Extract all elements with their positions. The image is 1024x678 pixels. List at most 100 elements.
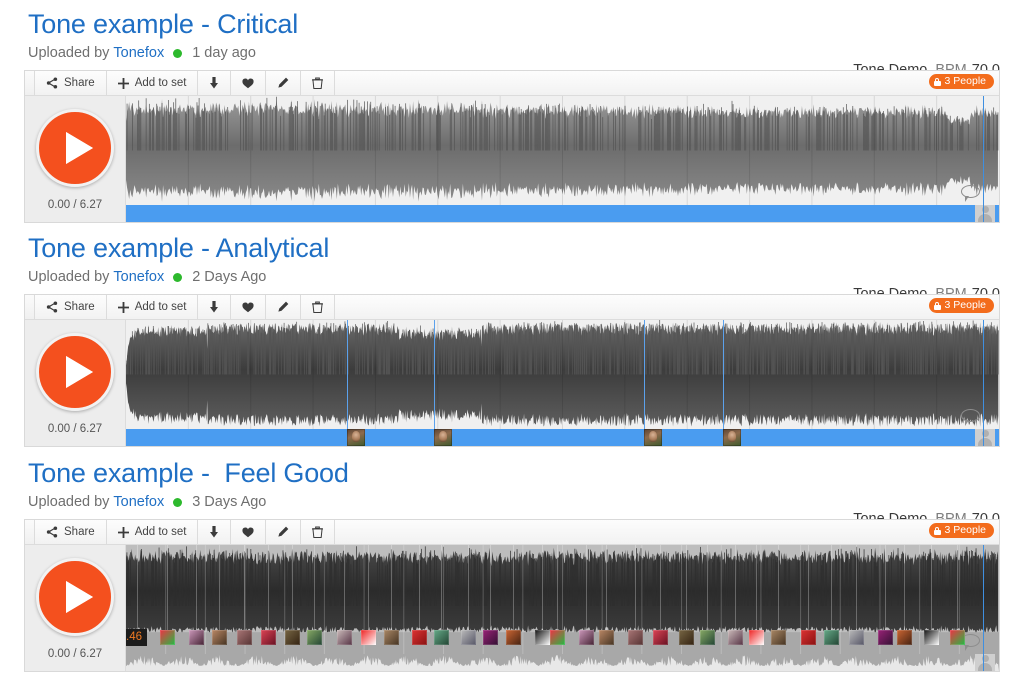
waveform-0[interactable] (126, 96, 999, 222)
edit-button[interactable] (266, 71, 302, 95)
download-button[interactable] (198, 295, 232, 319)
comment-marker-line[interactable] (441, 545, 443, 633)
comment-marker-line[interactable] (367, 545, 369, 633)
comment-marker-line[interactable] (735, 545, 737, 633)
comment-thumbnail[interactable] (336, 630, 352, 645)
play-button[interactable] (36, 558, 114, 636)
add-to-set-button[interactable]: Add to set (106, 295, 199, 319)
comment-marker-line[interactable] (468, 545, 470, 633)
uploader-link[interactable]: Tonefox (113, 267, 164, 287)
progress-bar[interactable] (126, 429, 999, 446)
add-to-set-button[interactable]: Add to set (106, 520, 199, 544)
comment-marker-line[interactable] (686, 545, 688, 633)
comment-thumbnail[interactable] (896, 630, 912, 645)
privacy-badge[interactable]: 3 People (928, 74, 994, 89)
comment-marker-line[interactable] (585, 545, 587, 633)
comment-marker-line[interactable] (541, 545, 543, 633)
comment-bubble-icon[interactable] (961, 409, 980, 426)
like-button[interactable] (231, 71, 267, 95)
comment-thumbnail[interactable] (159, 630, 175, 645)
like-button[interactable] (231, 295, 267, 319)
edit-button[interactable] (266, 295, 302, 319)
playhead[interactable] (983, 96, 985, 222)
comment-marker-line[interactable] (643, 320, 645, 429)
comment-marker-line[interactable] (137, 545, 139, 633)
comment-thumbnail[interactable] (188, 630, 204, 645)
comment-thumbnail[interactable] (877, 630, 893, 645)
comment-marker-line[interactable] (605, 545, 607, 633)
comment-marker-line[interactable] (957, 545, 959, 633)
share-button[interactable]: Share (34, 71, 107, 95)
share-button[interactable]: Share (34, 520, 107, 544)
like-button[interactable] (231, 520, 267, 544)
comment-thumbnail[interactable] (598, 630, 614, 645)
comment-thumbnail[interactable] (360, 630, 376, 645)
comment-thumbnail[interactable] (849, 630, 865, 645)
comment-thumbnail[interactable] (679, 630, 695, 645)
comment-thumbnail[interactable] (924, 630, 940, 645)
comment-marker-line[interactable] (903, 545, 905, 633)
comment-marker-line[interactable] (346, 320, 348, 429)
play-button[interactable] (36, 109, 114, 187)
comment-thumbnail[interactable] (285, 630, 301, 645)
comment-marker-line[interactable] (343, 545, 345, 633)
delete-button[interactable] (301, 295, 336, 319)
comment-marker-line[interactable] (195, 545, 197, 633)
comment-thumbnail[interactable] (771, 630, 787, 645)
comment-marker-line[interactable] (513, 545, 515, 633)
share-button[interactable]: Share (34, 295, 107, 319)
comment-marker-line[interactable] (706, 545, 708, 633)
delete-button[interactable] (301, 71, 336, 95)
download-button[interactable] (198, 71, 232, 95)
track-title[interactable]: Tone example - Analytical (28, 232, 1000, 264)
comment-marker-line[interactable] (635, 545, 636, 633)
comment-thumbnail[interactable] (578, 630, 594, 645)
uploader-link[interactable]: Tonefox (113, 43, 164, 63)
comment-marker-line[interactable] (166, 545, 168, 633)
privacy-badge[interactable]: 3 People (928, 523, 994, 538)
comment-marker-line[interactable] (856, 545, 858, 633)
comment-thumbnail[interactable] (236, 630, 252, 645)
comment-thumbnail[interactable] (411, 630, 427, 645)
download-button[interactable] (198, 520, 232, 544)
comment-thumbnail[interactable] (653, 630, 669, 645)
playhead[interactable] (983, 320, 985, 446)
comment-thumbnail[interactable] (748, 630, 764, 645)
uploader-link[interactable]: Tonefox (113, 492, 164, 512)
add-to-set-button[interactable]: Add to set (106, 71, 199, 95)
privacy-badge[interactable]: 3 People (928, 298, 994, 313)
comment-marker-line[interactable] (778, 545, 780, 633)
comment-marker-line[interactable] (434, 320, 436, 429)
comment-thumbnail[interactable] (550, 630, 566, 645)
comment-marker-line[interactable] (557, 545, 559, 633)
delete-button[interactable] (301, 520, 336, 544)
comment-marker-line[interactable] (391, 545, 393, 633)
comment-marker-line[interactable] (243, 545, 245, 633)
comment-thumbnail[interactable] (950, 630, 966, 645)
comment-thumbnail[interactable] (307, 630, 323, 645)
comment-marker-line[interactable] (219, 545, 221, 633)
comment-marker-line[interactable] (292, 545, 294, 633)
comment-marker-line[interactable] (418, 545, 420, 633)
comment-thumbnail[interactable] (212, 630, 228, 645)
comment-marker-avatar[interactable] (434, 429, 453, 446)
comment-thumbnail[interactable] (260, 630, 276, 645)
progress-bar[interactable] (126, 205, 999, 222)
track-title[interactable]: Tone example - Feel Good (28, 457, 1000, 489)
waveform-2[interactable]: .46 (126, 545, 999, 671)
comment-marker-line[interactable] (267, 545, 269, 633)
comment-thumbnail[interactable] (628, 630, 643, 645)
comment-marker-line[interactable] (931, 545, 933, 633)
comment-marker-avatar[interactable] (643, 429, 662, 446)
comment-marker-line[interactable] (314, 545, 316, 633)
comment-thumbnail[interactable] (728, 630, 744, 645)
play-button[interactable] (36, 333, 114, 411)
waveform-1[interactable] (126, 320, 999, 446)
comment-marker-line[interactable] (723, 320, 725, 429)
comment-marker-line[interactable] (831, 545, 833, 633)
comment-bubble-icon[interactable] (961, 185, 980, 202)
comment-thumbnail[interactable] (461, 630, 477, 645)
track-title[interactable]: Tone example - Critical (28, 8, 1000, 40)
comment-thumbnail[interactable] (699, 630, 715, 645)
comment-thumbnail[interactable] (824, 630, 840, 645)
